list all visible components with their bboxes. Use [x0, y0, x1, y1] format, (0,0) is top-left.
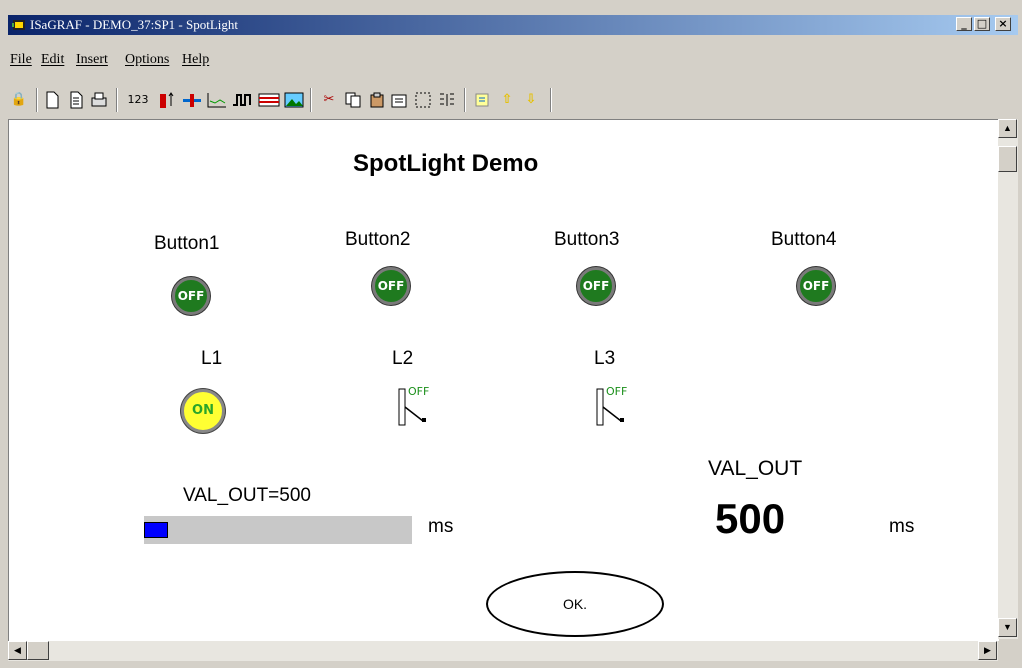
properties-icon[interactable] — [390, 91, 408, 109]
copy-icon[interactable] — [344, 91, 362, 109]
button2-toggle[interactable]: OFF — [372, 267, 410, 305]
menu-insert[interactable]: Insert — [76, 52, 108, 68]
horizontal-scrollbar[interactable]: ◀ ▶ — [8, 641, 998, 661]
lamp2-label: L2 — [392, 348, 414, 369]
minimize-button[interactable]: _ — [956, 17, 972, 31]
vertical-scrollbar[interactable]: ▲ ▼ — [998, 119, 1018, 639]
val-out-unit: ms — [889, 516, 915, 537]
trend-icon[interactable] — [206, 91, 228, 109]
toolbar-separator — [116, 88, 118, 112]
horizontal-scroll-thumb[interactable] — [27, 641, 49, 660]
val-out-value: 500 — [715, 495, 786, 542]
button3-toggle[interactable]: OFF — [577, 267, 615, 305]
scroll-up-button[interactable]: ▲ — [998, 119, 1017, 138]
button1-toggle[interactable]: OFF — [172, 277, 210, 315]
lamp1-indicator: ON — [181, 389, 225, 433]
app-window: ISaGRAF - DEMO_37:SP1 - SpotLight _ □ × … — [0, 0, 1022, 668]
maximize-button[interactable]: □ — [974, 17, 990, 31]
val-out-bargraph — [144, 516, 412, 544]
toolbar-separator — [310, 88, 312, 112]
button4-toggle[interactable]: OFF — [797, 267, 835, 305]
vertical-scroll-thumb[interactable] — [998, 146, 1017, 172]
toolbar-separator — [550, 88, 552, 112]
page-title: SpotLight Demo — [353, 150, 539, 177]
lock-icon[interactable]: 🔒 — [10, 91, 28, 109]
grid-icon[interactable] — [438, 91, 456, 109]
close-button[interactable]: × — [995, 17, 1011, 31]
title-bar[interactable]: ISaGRAF - DEMO_37:SP1 - SpotLight _ □ × — [8, 15, 1018, 35]
lamp3-state: OFF — [606, 385, 628, 398]
menu-bar: File Edit Insert Options Help — [8, 49, 1018, 71]
val-out-bar-fill — [144, 522, 169, 538]
lamp2-switch: OFF — [397, 385, 437, 429]
window-title: ISaGRAF - DEMO_37:SP1 - SpotLight — [30, 17, 239, 32]
scroll-right-button[interactable]: ▶ — [978, 641, 997, 660]
resize-grip[interactable] — [998, 641, 1018, 661]
bar-caption: VAL_OUT=500 — [183, 485, 311, 506]
print-icon[interactable] — [90, 91, 108, 109]
button3-label: Button3 — [554, 229, 620, 250]
lamp3-label: L3 — [594, 348, 616, 369]
table-icon[interactable] — [258, 91, 280, 109]
toolbar-separator — [36, 88, 38, 112]
bar-unit: ms — [428, 516, 454, 537]
bargraph-icon[interactable] — [156, 91, 176, 109]
picture-icon[interactable] — [284, 91, 304, 109]
edit-variable-icon[interactable] — [474, 91, 492, 109]
numeric-value-icon[interactable]: 123 — [126, 91, 150, 109]
menu-help[interactable]: Help — [182, 52, 209, 68]
pulse-icon[interactable] — [232, 91, 252, 109]
scroll-down-button[interactable]: ▼ — [998, 618, 1017, 637]
spotlight-canvas: SpotLight Demo Button1 Button2 Button3 B… — [8, 119, 999, 642]
slider-icon[interactable] — [182, 91, 202, 109]
menu-edit[interactable]: Edit — [41, 52, 64, 68]
lamp1-label: L1 — [201, 348, 223, 369]
menu-file[interactable]: File — [10, 52, 32, 68]
move-down-icon[interactable]: ⇩ — [522, 91, 540, 109]
ok-button[interactable]: OK. — [486, 571, 664, 637]
lamp3-switch: OFF — [595, 385, 635, 429]
button1-label: Button1 — [154, 233, 220, 254]
toolbar-separator — [464, 88, 466, 112]
lamp2-state: OFF — [408, 385, 430, 398]
isagraf-app-icon — [12, 20, 25, 30]
cut-icon[interactable]: ✂ — [320, 91, 338, 109]
scroll-left-button[interactable]: ◀ — [8, 641, 27, 660]
val-out-label: VAL_OUT — [708, 457, 803, 480]
open-file-icon[interactable] — [68, 91, 84, 109]
toolbar: 🔒 123 ✂ ⇧ ⇩ — [8, 84, 1018, 116]
paste-icon[interactable] — [368, 91, 386, 109]
align-icon[interactable] — [414, 91, 432, 109]
button2-label: Button2 — [345, 229, 411, 250]
new-file-icon[interactable] — [44, 91, 60, 109]
move-up-icon[interactable]: ⇧ — [498, 91, 516, 109]
menu-options[interactable]: Options — [125, 52, 169, 68]
button4-label: Button4 — [771, 229, 837, 250]
